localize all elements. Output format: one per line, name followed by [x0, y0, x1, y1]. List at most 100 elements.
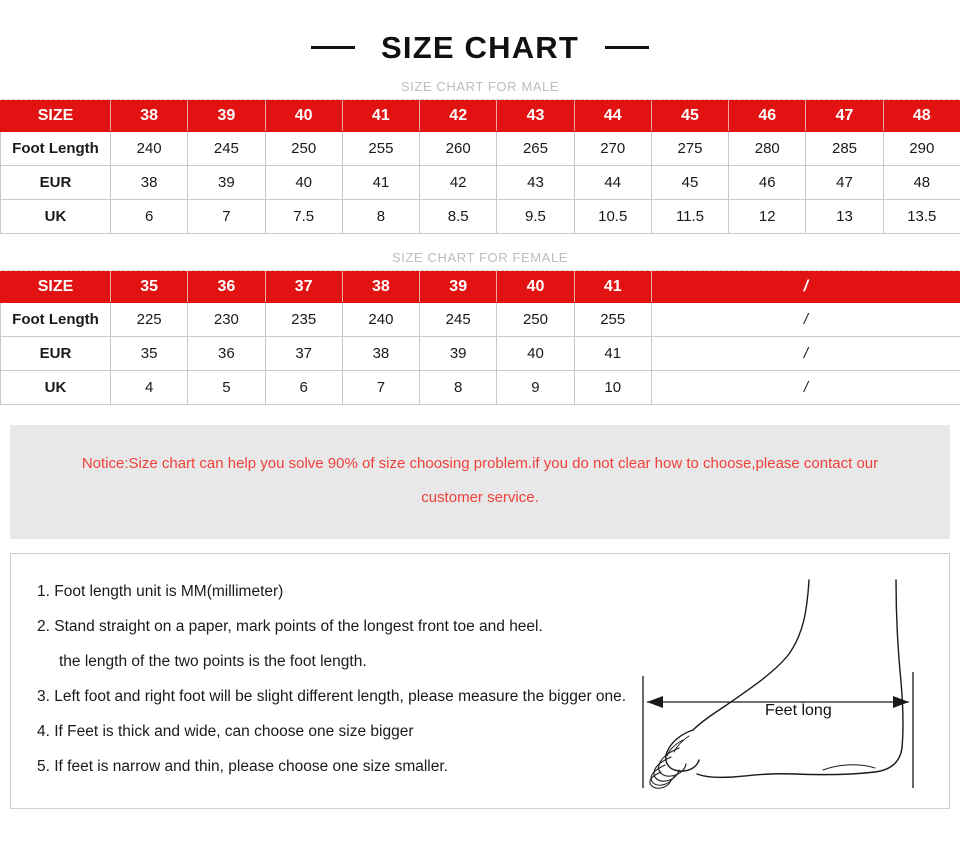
list-item: 2. Stand straight on a paper, mark point… — [37, 618, 543, 635]
female-foot-length-36: 230 — [187, 302, 266, 337]
male-eur-40: 40 — [264, 165, 343, 200]
table-row: EUR 38 39 40 41 42 43 44 45 46 47 48 — [0, 165, 960, 200]
female-foot-length-merged: / — [650, 302, 960, 337]
arrow-left-icon — [647, 696, 663, 708]
male-foot-length-43: 265 — [496, 131, 575, 166]
table-row: Foot Length 225 230 235 240 245 250 255 … — [0, 302, 960, 337]
female-size-table: SIZE 35 36 37 38 39 40 41 / Foot Length … — [0, 271, 960, 405]
male-uk-45: 11.5 — [650, 199, 730, 234]
foot-length-label: Feet long — [765, 702, 832, 719]
female-eur-40: 40 — [496, 336, 575, 371]
male-eur-39: 39 — [187, 165, 266, 200]
male-foot-length-46: 280 — [728, 131, 807, 166]
female-foot-length-38: 240 — [341, 302, 421, 337]
male-uk-40: 7.5 — [264, 199, 343, 234]
male-eur-41: 41 — [341, 165, 421, 200]
male-header-size-46: 46 — [728, 100, 807, 132]
page-title-text: SIZE CHART — [381, 30, 579, 65]
male-eur-48: 48 — [882, 165, 960, 200]
female-header-size-35: 35 — [109, 271, 189, 303]
male-uk-47: 13 — [805, 199, 884, 234]
female-header-empty-merged: / — [650, 271, 960, 303]
male-header-size-47: 47 — [805, 100, 884, 132]
female-header-size-36: 36 — [187, 271, 266, 303]
title-dash-right-icon — [605, 46, 649, 49]
female-foot-length-37: 235 — [264, 302, 343, 337]
female-row-label-foot-length: Foot Length — [0, 302, 111, 337]
female-uk-39: 8 — [419, 370, 498, 405]
size-chart-page: SIZE CHART SIZE CHART FOR MALE SIZE 38 3… — [0, 0, 960, 854]
female-header-size-label: SIZE — [0, 271, 111, 303]
instructions-panel: 1. Foot length unit is MM(millimeter) 2.… — [10, 553, 950, 809]
female-eur-39: 39 — [419, 336, 498, 371]
list-item: the length of the two points is the foot… — [59, 653, 367, 670]
male-header-size-43: 43 — [496, 100, 575, 132]
male-foot-length-48: 290 — [882, 131, 960, 166]
female-size-table-wrapper: SIZE 35 36 37 38 39 40 41 / Foot Length … — [0, 271, 960, 405]
male-foot-length-42: 260 — [419, 131, 498, 166]
title-dash-left-icon — [311, 46, 355, 49]
notice-line-1: Notice:Size chart can help you solve 90%… — [81, 455, 879, 472]
notice-line-2: customer service. — [421, 489, 539, 506]
male-eur-47: 47 — [805, 165, 884, 200]
female-foot-length-35: 225 — [109, 302, 189, 337]
female-eur-merged: / — [650, 336, 960, 371]
female-uk-37: 6 — [264, 370, 343, 405]
male-header-size-44: 44 — [573, 100, 652, 132]
male-header-size-label: SIZE — [0, 100, 111, 132]
female-section-caption: SIZE CHART FOR FEMALE — [391, 250, 569, 265]
notice-panel: Notice:Size chart can help you solve 90%… — [10, 425, 950, 539]
female-uk-36: 5 — [187, 370, 266, 405]
male-foot-length-47: 285 — [805, 131, 884, 166]
male-uk-44: 10.5 — [573, 199, 652, 234]
table-row: Foot Length 240 245 250 255 260 265 270 … — [0, 131, 960, 166]
female-uk-41: 10 — [573, 370, 652, 405]
list-item: 4. If Feet is thick and wide, can choose… — [37, 723, 414, 740]
female-uk-merged: / — [650, 370, 960, 405]
female-eur-41: 41 — [573, 336, 652, 371]
list-item: 5. If feet is narrow and thin, please ch… — [37, 758, 448, 775]
female-header-size-40: 40 — [496, 271, 575, 303]
male-foot-length-44: 270 — [573, 131, 652, 166]
female-foot-length-40: 250 — [496, 302, 575, 337]
male-eur-46: 46 — [728, 165, 807, 200]
female-eur-38: 38 — [341, 336, 421, 371]
male-eur-44: 44 — [573, 165, 652, 200]
foot-side-profile-icon — [642, 579, 914, 789]
female-uk-40: 9 — [496, 370, 575, 405]
female-header-size-38: 38 — [341, 271, 421, 303]
female-foot-length-41: 255 — [573, 302, 652, 337]
male-table-header-row: SIZE 38 39 40 41 42 43 44 45 46 47 48 — [0, 100, 960, 132]
male-eur-38: 38 — [109, 165, 189, 200]
male-header-size-42: 42 — [419, 100, 498, 132]
instructions-list: 1. Foot length unit is MM(millimeter) 2.… — [37, 574, 697, 784]
male-header-size-38: 38 — [109, 100, 189, 132]
male-foot-length-39: 245 — [187, 131, 266, 166]
male-foot-length-40: 250 — [264, 131, 343, 166]
foot-measurement-diagram: Feet long — [613, 572, 943, 808]
female-foot-length-39: 245 — [419, 302, 498, 337]
male-section-caption: SIZE CHART FOR MALE — [400, 79, 560, 94]
male-uk-43: 9.5 — [496, 199, 575, 234]
male-header-size-40: 40 — [264, 100, 343, 132]
female-eur-37: 37 — [264, 336, 343, 371]
arrow-right-icon — [893, 696, 909, 708]
female-header-size-39: 39 — [419, 271, 498, 303]
female-uk-35: 4 — [109, 370, 189, 405]
table-row: UK 4 5 6 7 8 9 10 / — [0, 370, 960, 405]
female-uk-38: 7 — [341, 370, 421, 405]
male-row-label-eur: EUR — [0, 165, 111, 200]
female-row-label-eur: EUR — [0, 336, 111, 371]
male-uk-48: 13.5 — [882, 199, 960, 234]
female-eur-35: 35 — [109, 336, 189, 371]
male-foot-length-45: 275 — [650, 131, 730, 166]
male-foot-length-38: 240 — [109, 131, 189, 166]
male-uk-46: 12 — [728, 199, 807, 234]
male-header-size-39: 39 — [187, 100, 266, 132]
male-row-label-foot-length: Foot Length — [0, 131, 111, 166]
female-row-label-uk: UK — [0, 370, 111, 405]
female-table-header-row: SIZE 35 36 37 38 39 40 41 / — [0, 271, 960, 303]
male-header-size-45: 45 — [650, 100, 730, 132]
list-item: 3. Left foot and right foot will be slig… — [37, 688, 627, 705]
female-header-size-37: 37 — [264, 271, 343, 303]
